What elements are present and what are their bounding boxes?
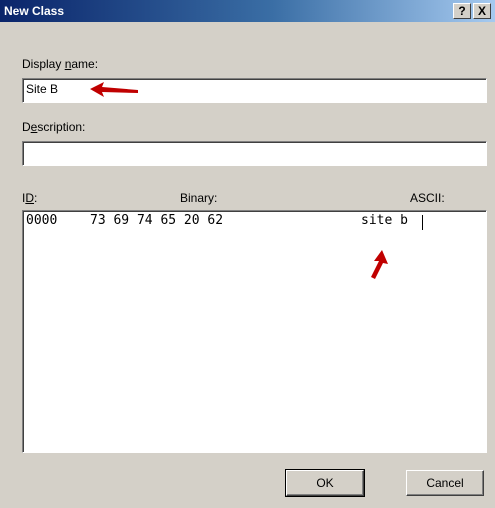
description-input[interactable] (22, 141, 487, 166)
arrow-left-icon (90, 82, 138, 97)
help-button[interactable]: ? (453, 3, 471, 19)
display-name-label: Display name: (22, 57, 99, 71)
row-offset: 0000 (26, 213, 58, 228)
row-ascii: site b (361, 213, 408, 228)
text-caret (422, 215, 423, 230)
id-label: ID: (22, 191, 38, 205)
new-class-dialog: New Class ? X Display name: Site B Descr… (0, 0, 495, 508)
ascii-label: ASCII: (410, 191, 445, 205)
binary-editor[interactable]: 0000 73 69 74 65 20 62 site b (22, 210, 487, 453)
ok-button[interactable]: OK (285, 469, 365, 497)
binary-label: Binary: (180, 191, 218, 205)
arrow-up-icon (371, 250, 388, 279)
window-title: New Class (4, 4, 65, 18)
row-bytes: 73 69 74 65 20 62 (90, 213, 224, 228)
title-bar[interactable]: New Class ? X (0, 0, 495, 22)
close-button[interactable]: X (473, 3, 491, 19)
display-name-value: Site B (26, 82, 59, 96)
description-label: Description: (22, 120, 86, 134)
cancel-button[interactable]: Cancel (406, 470, 484, 496)
